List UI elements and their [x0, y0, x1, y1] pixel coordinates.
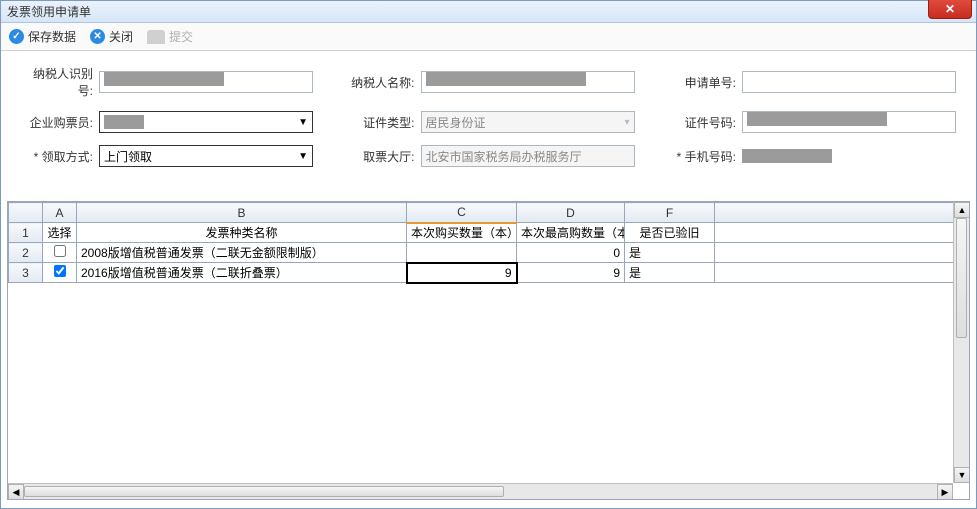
max-qty-cell[interactable]: 0 [517, 243, 625, 263]
toolbar: ✓ 保存数据 ✕ 关闭 提交 [1, 23, 976, 51]
close-button[interactable]: ✕ 关闭 [90, 28, 133, 45]
scroll-thumb[interactable] [24, 486, 504, 497]
redacted-value [104, 72, 224, 86]
cert-type-value: 居民身份证 [426, 114, 486, 131]
scroll-left-button[interactable]: ◀ [8, 484, 24, 500]
cert-no-label: 证件号码: [664, 114, 742, 131]
buy-qty-cell[interactable] [407, 243, 517, 263]
window-close-button[interactable]: ✕ [928, 0, 972, 19]
col-blank [715, 203, 969, 223]
redacted-value [426, 72, 586, 86]
request-no-label: 申请单号: [664, 74, 742, 91]
form-area: 纳税人识别号: 纳税人名称: 申请单号: 企业购票员: ▼ 证件类型: [1, 51, 976, 185]
row-1-hdr[interactable]: 1 [9, 223, 43, 243]
close-label: 关闭 [109, 28, 133, 45]
cert-no-input[interactable] [742, 111, 956, 133]
upload-icon [147, 30, 165, 44]
app-window: 发票领用申请单 ✕ ✓ 保存数据 ✕ 关闭 提交 纳税人识别号: 纳税人名称: [0, 0, 977, 509]
col-F[interactable]: F [625, 203, 715, 223]
header-verified: 是否已验旧 [625, 223, 715, 243]
corner-cell[interactable] [9, 203, 43, 223]
redacted-value [747, 112, 887, 126]
redacted-value [742, 149, 832, 163]
header-name: 发票种类名称 [77, 223, 407, 243]
scroll-right-button[interactable]: ▶ [937, 484, 953, 500]
chevron-down-icon: ▼ [298, 151, 308, 162]
request-no-input[interactable] [742, 71, 956, 93]
name-cell[interactable]: 2008版增值税普通发票（二联无金额限制版） [77, 243, 407, 263]
invoice-grid: A B C D F 1 选择 发票种类名称 本次购买数量（本） 本次最高购数量（… [8, 202, 969, 284]
scroll-down-button[interactable]: ▼ [954, 467, 970, 483]
chevron-down-icon: ▼ [298, 117, 308, 128]
header-select: 选择 [43, 223, 77, 243]
row-checkbox[interactable] [54, 245, 66, 257]
redacted-value [104, 115, 144, 129]
blank-cell [715, 243, 969, 263]
window-title: 发票领用申请单 [7, 3, 970, 20]
cert-type-select: 居民身份证 ▾ [421, 111, 635, 133]
blank-cell [715, 263, 969, 283]
cert-type-label: 证件类型: [343, 114, 421, 131]
buyer-label: 企业购票员: [21, 114, 99, 131]
submit-label: 提交 [169, 28, 193, 45]
header-max-qty: 本次最高购数量（本） [517, 223, 625, 243]
pickup-select[interactable]: 上门领取 ▼ [99, 145, 313, 167]
close-icon: ✕ [945, 2, 955, 16]
row-hdr[interactable]: 2 [9, 243, 43, 263]
column-letter-row: A B C D F [9, 203, 969, 223]
check-icon: ✓ [9, 29, 24, 44]
max-qty-cell[interactable]: 9 [517, 263, 625, 283]
phone-label: * 手机号码: [664, 148, 742, 165]
col-B[interactable]: B [77, 203, 407, 223]
select-cell[interactable] [43, 263, 77, 283]
header-row: 1 选择 发票种类名称 本次购买数量（本） 本次最高购数量（本） 是否已验旧 [9, 223, 969, 243]
chevron-down-icon: ▾ [624, 117, 629, 128]
table-row[interactable]: 3 2016版增值税普通发票（二联折叠票） 9 9 是 [9, 263, 969, 283]
hall-input [421, 145, 635, 167]
col-D[interactable]: D [517, 203, 625, 223]
taxpayer-name-label: 纳税人名称: [343, 74, 421, 91]
vertical-scrollbar[interactable]: ▲ ▼ [953, 202, 969, 483]
horizontal-scrollbar[interactable]: ◀ ▶ [8, 483, 953, 499]
buyer-select[interactable]: ▼ [99, 111, 313, 133]
verified-cell[interactable]: 是 [625, 243, 715, 263]
table-row[interactable]: 2 2008版增值税普通发票（二联无金额限制版） 0 是 [9, 243, 969, 263]
col-C[interactable]: C [407, 203, 517, 223]
taxpayer-id-input[interactable] [99, 71, 313, 93]
save-button[interactable]: ✓ 保存数据 [9, 28, 76, 45]
scroll-up-button[interactable]: ▲ [954, 202, 970, 218]
save-label: 保存数据 [28, 28, 76, 45]
pickup-value: 上门领取 [104, 148, 152, 165]
row-hdr[interactable]: 3 [9, 263, 43, 283]
row-checkbox[interactable] [54, 265, 66, 277]
verified-cell[interactable]: 是 [625, 263, 715, 283]
phone-input[interactable] [742, 149, 956, 163]
submit-button: 提交 [147, 28, 193, 45]
header-buy-qty: 本次购买数量（本） [407, 223, 517, 243]
hall-label: 取票大厅: [343, 148, 421, 165]
select-cell[interactable] [43, 243, 77, 263]
pickup-label: * 领取方式: [21, 148, 99, 165]
blank-cell [715, 223, 969, 243]
buy-qty-cell-editing[interactable]: 9 [407, 263, 517, 283]
col-A[interactable]: A [43, 203, 77, 223]
x-icon: ✕ [90, 29, 105, 44]
titlebar: 发票领用申请单 [1, 1, 976, 23]
scroll-thumb[interactable] [956, 218, 967, 338]
taxpayer-id-label: 纳税人识别号: [21, 65, 99, 99]
name-cell[interactable]: 2016版增值税普通发票（二联折叠票） [77, 263, 407, 283]
grid-container: A B C D F 1 选择 发票种类名称 本次购买数量（本） 本次最高购数量（… [7, 201, 970, 500]
taxpayer-name-input[interactable] [421, 71, 635, 93]
